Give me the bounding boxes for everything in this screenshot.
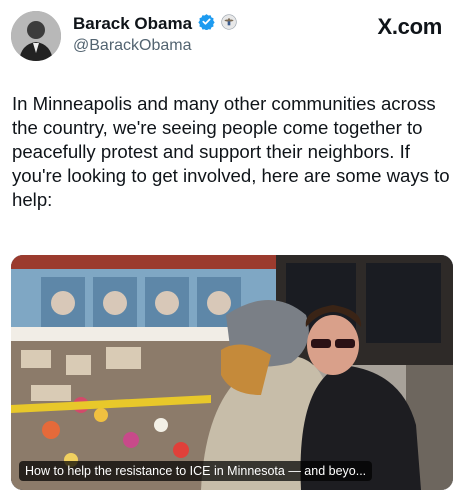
- author-avatar[interactable]: [11, 11, 61, 61]
- author-handle[interactable]: @BarackObama: [73, 37, 192, 55]
- link-card-caption[interactable]: How to help the resistance to ICE in Min…: [19, 461, 373, 481]
- link-card[interactable]: How to help the resistance to ICE in Min…: [11, 255, 453, 490]
- presidential-seal-icon: [221, 13, 237, 35]
- source-label: X.com: [377, 14, 442, 39]
- link-card-image: [11, 255, 453, 490]
- author-name[interactable]: Barack Obama: [73, 14, 192, 34]
- author-name-row[interactable]: Barack Obama: [73, 13, 237, 35]
- tweet-text: In Minneapolis and many other communitie…: [12, 93, 450, 210]
- verified-badge-icon: [198, 13, 215, 35]
